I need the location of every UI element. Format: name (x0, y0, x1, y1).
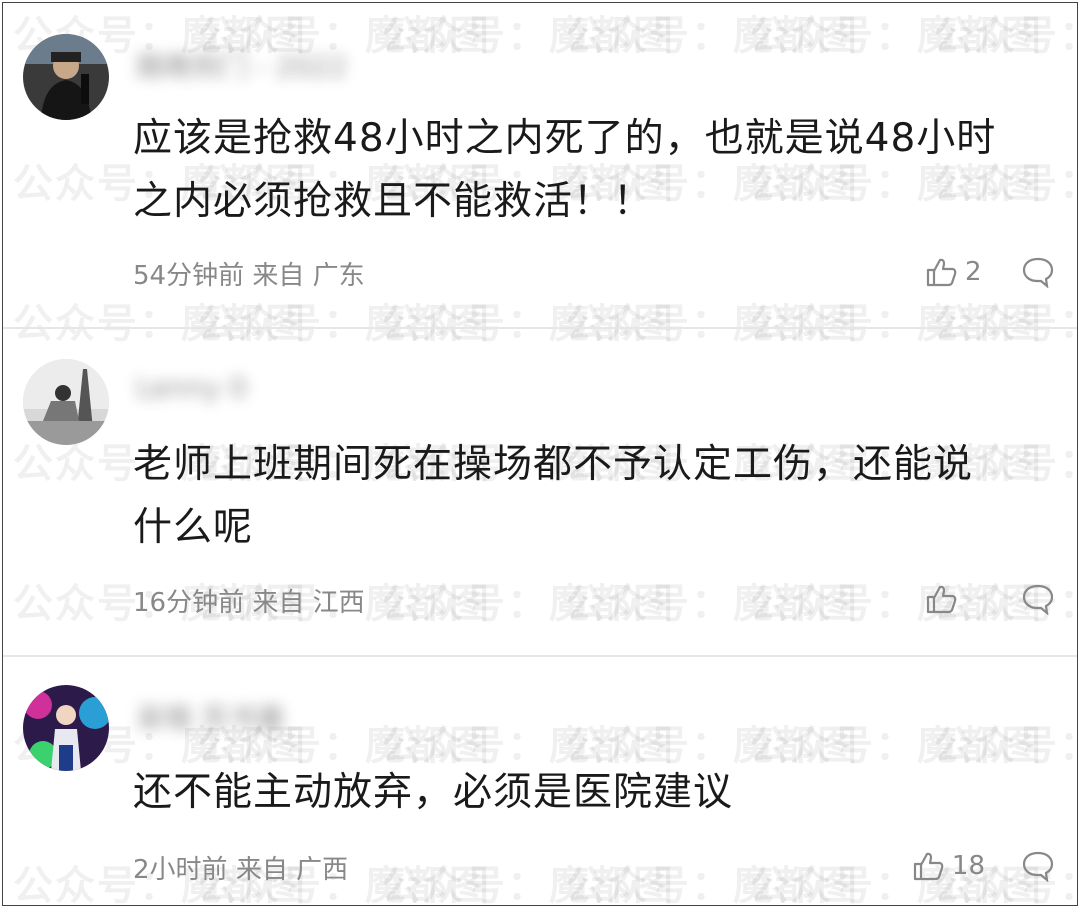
comment-location: 来自 江西 (252, 588, 365, 618)
comment-actions (925, 582, 1055, 616)
comment-time: 16分钟前 (133, 588, 245, 618)
avatar[interactable] (23, 359, 109, 445)
comment-list: 公众号：魔都图公众号：魔都图公众号：魔都图公众号：魔都图公众号：魔都图公众号：魔… (2, 2, 1078, 906)
comment-meta: 54分钟前 来自 广东 (133, 255, 365, 292)
comment-location: 来自 广东 (252, 261, 365, 291)
comment-meta: 16分钟前 来自 江西 (133, 582, 365, 619)
like-count: 2 (965, 257, 982, 287)
comment-actions: 18 (912, 849, 1055, 883)
avatar[interactable] (23, 685, 109, 771)
thumbs-up-icon (926, 258, 957, 287)
comment-text: 还不能主动放弃，必须是医院建议 (133, 770, 734, 815)
speech-bubble-icon[interactable] (1021, 583, 1055, 615)
like-button[interactable] (925, 582, 985, 616)
username[interactable]: Lenny 0 (136, 371, 247, 404)
comment-meta: 2小时前 来自 广西 (133, 849, 348, 886)
thumbs-up-icon (926, 585, 957, 614)
comment-text: 应该是抢救48小时之内死了的，也就是说48小时 之内必须抢救且不能救活！！ (133, 116, 997, 224)
comment-actions: 2 (925, 255, 1055, 289)
speech-bubble-icon[interactable] (1021, 256, 1055, 288)
like-button[interactable]: 18 (912, 849, 985, 883)
comment-item: 路晚到门 - 2022 应该是抢救48小时之内死了的，也就是说48小时 之内必须… (3, 3, 1077, 327)
speech-bubble-icon[interactable] (1021, 850, 1055, 882)
like-count: 18 (951, 851, 985, 881)
avatar[interactable] (23, 34, 109, 120)
comment-item: Lenny 0 老师上班期间死在操场都不予认定工伤，还能说 什么呢 16分钟前 … (3, 329, 1077, 655)
comment-time: 2小时前 (133, 855, 228, 885)
comment-time: 54分钟前 (133, 261, 245, 291)
comment-item: 呆哦 苏书童 还不能主动放弃，必须是医院建议 2小时前 来自 广西 18 (3, 657, 1077, 905)
username[interactable]: 呆哦 苏书童 (136, 697, 285, 737)
username[interactable]: 路晚到门 - 2022 (136, 45, 347, 85)
comment-location: 来自 广西 (235, 855, 349, 885)
comment-text: 老师上班期间死在操场都不予认定工伤，还能说 什么呢 (133, 442, 974, 550)
thumbs-up-icon (913, 852, 944, 881)
like-button[interactable]: 2 (925, 255, 985, 289)
